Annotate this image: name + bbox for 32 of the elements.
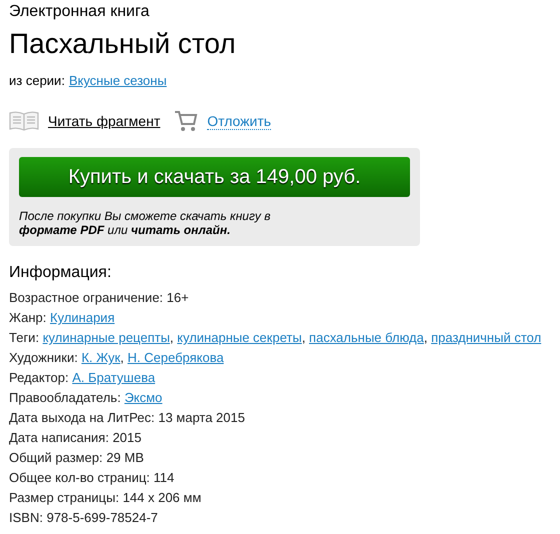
info-row-text: ISBN: 978-5-699-78524-7 bbox=[9, 509, 158, 527]
info-link[interactable]: Кулинария bbox=[50, 310, 115, 325]
buy-button[interactable]: Купить и скачать за 149,00 руб. bbox=[19, 157, 410, 197]
book-type: Электронная книга bbox=[9, 3, 150, 21]
info-row-text: Редактор: А. Братушева bbox=[9, 369, 156, 387]
book-icon bbox=[9, 111, 39, 131]
info-row-text: Дата написания: 2015 bbox=[9, 429, 142, 447]
series-label: из серии: bbox=[9, 73, 65, 88]
info-link[interactable]: пасхальные блюда bbox=[309, 330, 424, 345]
info-link[interactable]: К. Жук bbox=[81, 350, 120, 365]
info-row-text: Жанр: Кулинария bbox=[9, 309, 115, 327]
postpone-link[interactable]: Отложить bbox=[207, 112, 272, 130]
read-fragment-link[interactable]: Читать фрагмент bbox=[48, 113, 160, 129]
info-link[interactable]: Н. Серебрякова bbox=[128, 350, 224, 365]
info-link[interactable]: А. Братушева bbox=[72, 370, 156, 385]
info-heading: Информация: bbox=[9, 264, 112, 282]
info-link[interactable]: кулинарные рецепты bbox=[42, 330, 170, 345]
cart-icon bbox=[174, 110, 198, 132]
info-row-text: Возрастное ограничение: 16+ bbox=[9, 289, 189, 307]
info-row-text: Теги: кулинарные рецепты, кулинарные секреты, пасхальные блюда, праздничный стол bbox=[9, 329, 542, 347]
book-title: Пасхальный стол bbox=[9, 27, 236, 61]
info-row-text: Общее кол-во страниц: 114 bbox=[9, 469, 174, 487]
purchase-note: После покупки Вы сможете скачать книгу в формате PDF или читать онлайн. bbox=[19, 209, 272, 237]
info-row-text: Дата выхода на ЛитРес: 13 марта 2015 bbox=[9, 409, 245, 427]
series-link[interactable]: Вкусные сезоны bbox=[68, 73, 167, 88]
info-link[interactable]: кулинарные секреты bbox=[177, 330, 302, 345]
info-row-text: Общий размер: 29 MB bbox=[9, 449, 144, 467]
info-link[interactable]: праздничный стол bbox=[431, 330, 542, 345]
info-row-text: Правообладатель: Эксмо bbox=[9, 389, 162, 407]
info-row-text: Размер страницы: 144 x 206 мм bbox=[9, 489, 202, 507]
info-row-text: Художники: К. Жук, Н. Серебрякова bbox=[9, 349, 224, 367]
info-link[interactable]: Эксмо bbox=[124, 390, 162, 405]
